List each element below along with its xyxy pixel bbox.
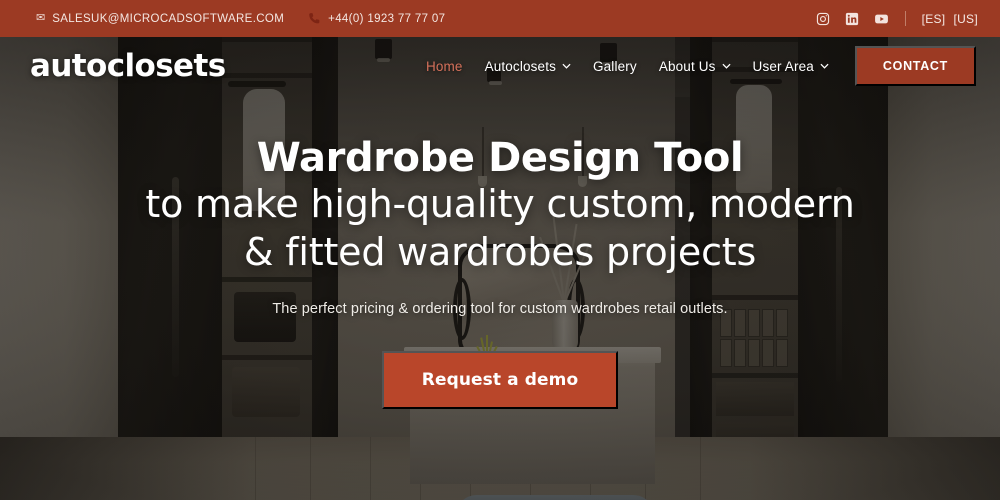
nav-menu: Home Autoclosets Gallery About Us User A… (426, 59, 829, 74)
nav-item-user-area[interactable]: User Area (753, 59, 829, 74)
nav-item-autoclosets[interactable]: Autoclosets (485, 59, 571, 74)
youtube-icon[interactable] (874, 11, 889, 26)
nav-item-gallery[interactable]: Gallery (593, 59, 637, 74)
hero-background-image (0, 37, 1000, 500)
nav-item-label: Autoclosets (484, 58, 556, 74)
site-logo[interactable]: autoclosets (30, 50, 226, 82)
topbar-social-group: [ES] [US] (816, 11, 1000, 26)
chevron-down-icon (562, 63, 571, 69)
topbar-divider (904, 11, 906, 26)
email-link[interactable]: ✉ SALESUK@MICROCADSOFTWARE.COM (36, 13, 284, 25)
phone-link[interactable]: +44(0) 1923 77 77 07 (308, 12, 445, 25)
topbar-contact-group: ✉ SALESUK@MICROCADSOFTWARE.COM +44(0) 19… (0, 12, 445, 25)
phone-text: +44(0) 1923 77 77 07 (328, 12, 446, 25)
hero-dark-overlay (0, 37, 1000, 500)
email-text: SALESUK@MICROCADSOFTWARE.COM (52, 12, 285, 25)
nav-item-label: User Area (752, 58, 814, 74)
envelope-icon: ✉ (36, 12, 46, 24)
nav-item-label: Gallery (593, 58, 637, 74)
language-link-es[interactable]: [ES] (922, 12, 946, 26)
nav-item-label: About Us (658, 58, 716, 74)
request-demo-button[interactable]: Request a demo (381, 350, 619, 409)
language-link-us[interactable]: [US] (953, 12, 978, 26)
linkedin-icon[interactable] (845, 11, 860, 26)
top-utility-bar: ✉ SALESUK@MICROCADSOFTWARE.COM +44(0) 19… (0, 0, 1000, 37)
instagram-icon[interactable] (816, 11, 831, 26)
phone-icon (308, 12, 321, 25)
chevron-down-icon (820, 63, 829, 69)
chevron-down-icon (722, 63, 731, 69)
contact-button[interactable]: CONTACT (854, 46, 976, 86)
nav-item-label: Home (425, 58, 463, 74)
nav-item-home[interactable]: Home (426, 59, 463, 74)
nav-item-about-us[interactable]: About Us (659, 59, 731, 74)
main-navbar: autoclosets Home Autoclosets Gallery Abo… (0, 37, 1000, 95)
page-root: ✉ SALESUK@MICROCADSOFTWARE.COM +44(0) 19… (0, 0, 1000, 500)
